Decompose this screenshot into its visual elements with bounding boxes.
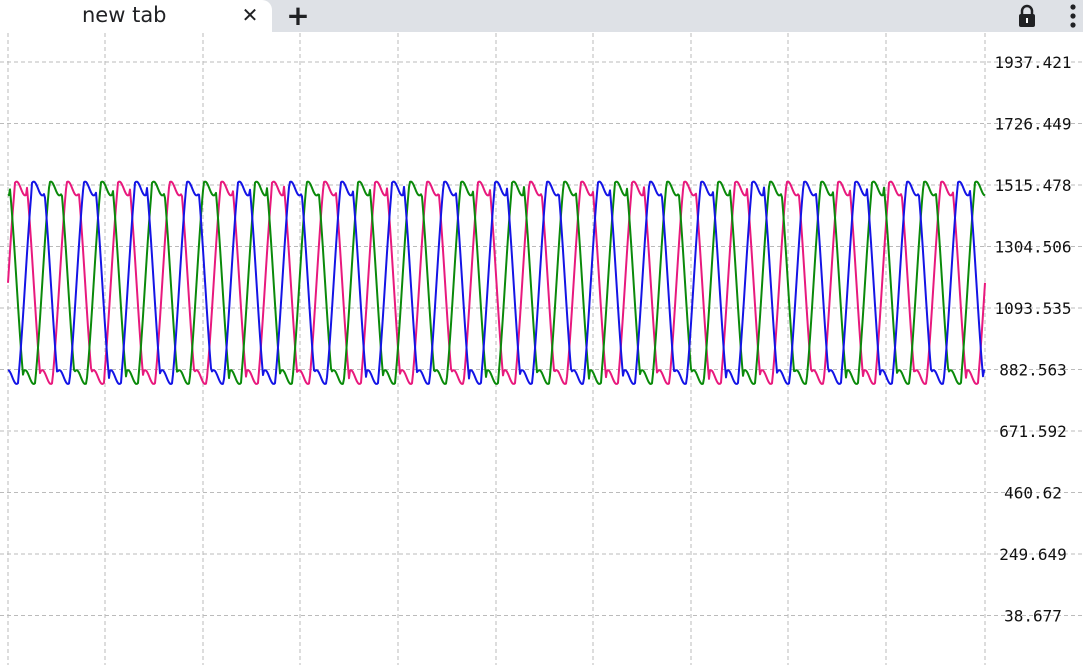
tab-title: new tab <box>82 3 167 27</box>
chart-grid <box>0 33 1083 665</box>
tab-active[interactable]: new tab ✕ <box>0 0 272 32</box>
y-tick-label: 38.677 <box>1004 607 1062 626</box>
lock-icon[interactable] <box>1016 4 1038 28</box>
plus-icon[interactable]: + <box>283 0 313 32</box>
tab-strip: new tab ✕ + <box>0 0 1083 32</box>
kebab-menu-icon[interactable] <box>1064 2 1082 30</box>
y-tick-label: 1515.478 <box>994 176 1071 195</box>
y-axis-labels: 1937.421 1726.449 1515.478 1304.506 1093.535… <box>994 53 1071 626</box>
y-tick-label: 249.649 <box>999 545 1066 564</box>
y-tick-label: 882.563 <box>999 361 1066 380</box>
close-icon[interactable]: ✕ <box>237 2 263 28</box>
y-tick-label: 1726.449 <box>994 115 1071 134</box>
y-tick-label: 460.62 <box>1004 484 1062 503</box>
y-tick-label: 1093.535 <box>994 299 1071 318</box>
y-tick-label: 671.592 <box>999 422 1066 441</box>
chart-area[interactable]: 1937.421 1726.449 1515.478 1304.506 1093.535… <box>0 33 1083 665</box>
y-tick-label: 1937.421 <box>994 53 1071 72</box>
y-tick-label: 1304.506 <box>994 238 1071 257</box>
